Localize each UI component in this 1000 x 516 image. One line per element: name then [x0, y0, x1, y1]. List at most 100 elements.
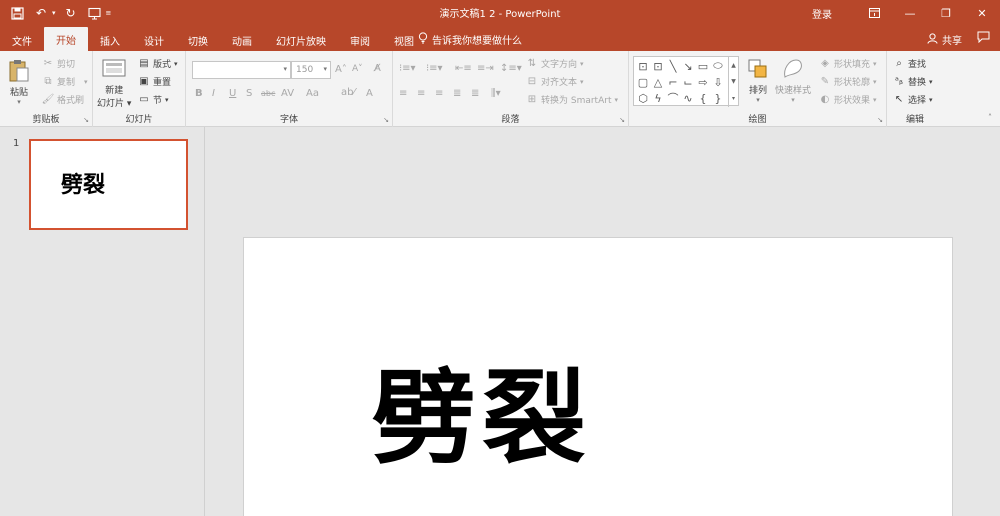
slide-thumbnail[interactable]: 劈裂: [29, 139, 188, 230]
reset-button[interactable]: ▣ 重置: [138, 75, 171, 88]
close-icon[interactable]: ✕: [964, 0, 1000, 26]
tell-me-box[interactable]: 告诉我你想要做什么: [418, 32, 522, 47]
decrease-indent-icon[interactable]: ⇤≡: [455, 63, 472, 74]
copy-button[interactable]: ⧉ 复制 ▾: [42, 75, 88, 88]
lightning-shape-icon[interactable]: ϟ: [652, 92, 664, 105]
strikethrough-icon[interactable]: abc: [261, 89, 275, 98]
shapes-gallery[interactable]: ⊡ ⊡ ╲ ↘ ▭ ⬭ ▢ △ ⌐ ⌙ ⇨ ⇩ ⬡ ϟ ⌒ ∿ { } ▲ ▼ …: [633, 56, 739, 107]
vertical-textbox-shape-icon[interactable]: ⊡: [652, 60, 664, 73]
drawing-launcher-icon[interactable]: ↘: [877, 116, 883, 124]
slide-title-text[interactable]: 劈裂: [372, 367, 592, 469]
paragraph-launcher-icon[interactable]: ↘: [619, 116, 625, 124]
align-text-button[interactable]: ⊟ 对齐文本 ▾: [526, 75, 584, 88]
tab-review[interactable]: 审阅: [338, 29, 382, 51]
shapes-gallery-scroll[interactable]: ▲ ▼ ▾: [728, 57, 738, 107]
clipboard-launcher-icon[interactable]: ↘: [83, 116, 89, 124]
paint-bucket-icon: ◈: [821, 58, 829, 69]
down-arrow-shape-icon[interactable]: ⇩: [712, 76, 724, 89]
justify-icon[interactable]: ≣: [453, 88, 461, 99]
title-bar: ↶ ▾ ↻ ≡ 演示文稿1 2 - PowerPoint 登录 — ❐ ✕: [0, 0, 1000, 26]
character-spacing-icon[interactable]: AV: [281, 88, 294, 99]
change-case-icon[interactable]: Aa: [306, 88, 319, 99]
shrink-font-icon[interactable]: A˅: [352, 64, 363, 74]
gallery-up-icon[interactable]: ▲: [731, 62, 736, 69]
shape-outline-button[interactable]: ✎ 形状轮廓 ▾: [819, 75, 877, 88]
font-size-combobox[interactable]: 150 ▾: [291, 61, 331, 79]
line-shape-icon[interactable]: ╲: [667, 60, 679, 73]
font-color-icon[interactable]: A: [366, 88, 373, 99]
comments-icon[interactable]: [977, 31, 990, 46]
elbow-arrow-shape-icon[interactable]: ⌙: [682, 76, 694, 89]
convert-to-smartart-button[interactable]: ⊞ 转换为 SmartArt ▾: [526, 93, 618, 106]
tab-slideshow[interactable]: 幻灯片放映: [264, 29, 338, 51]
paste-button[interactable]: 粘贴 ▾: [6, 57, 32, 106]
tab-design[interactable]: 设计: [132, 29, 176, 51]
current-slide[interactable]: 劈裂: [243, 237, 953, 516]
numbering-icon[interactable]: ⁝≡▾: [426, 63, 443, 74]
cut-button[interactable]: ✂ 剪切: [42, 57, 75, 70]
tab-file[interactable]: 文件: [0, 29, 44, 51]
collapse-ribbon-icon[interactable]: ˄: [988, 113, 992, 122]
gallery-down-icon[interactable]: ▼: [731, 78, 736, 85]
ribbon-display-options-icon[interactable]: [856, 0, 892, 26]
textbox-shape-icon[interactable]: ⊡: [637, 60, 649, 73]
right-arrow-shape-icon[interactable]: ⇨: [697, 76, 709, 89]
paste-dropdown-icon[interactable]: ▾: [17, 98, 21, 106]
align-left-icon[interactable]: ≡: [399, 88, 407, 99]
new-slide-button[interactable]: 新建 幻灯片 ▾: [97, 55, 131, 109]
font-size-dropdown-icon[interactable]: ▾: [323, 65, 327, 73]
highlight-icon[interactable]: ab⁄: [341, 87, 355, 98]
font-name-dropdown-icon[interactable]: ▾: [283, 65, 287, 73]
align-right-icon[interactable]: ≡: [435, 88, 443, 99]
distributed-icon[interactable]: ≣: [471, 88, 479, 99]
font-launcher-icon[interactable]: ↘: [383, 116, 389, 124]
elbow-connector-shape-icon[interactable]: ⌐: [667, 76, 679, 89]
shape-fill-button[interactable]: ◈ 形状填充 ▾: [819, 57, 876, 70]
triangle-shape-icon[interactable]: △: [652, 76, 664, 89]
rounded-rectangle-shape-icon[interactable]: ▢: [637, 76, 649, 89]
copy-dropdown-icon[interactable]: ▾: [84, 78, 88, 86]
columns-icon[interactable]: ⫼▾: [491, 88, 501, 99]
select-button[interactable]: ↖ 选择 ▾: [893, 93, 933, 106]
slides-group-label: 幻灯片: [125, 115, 153, 125]
left-brace-shape-icon[interactable]: {: [697, 92, 709, 105]
grow-font-icon[interactable]: A˄: [335, 64, 347, 75]
freeform-shape-icon[interactable]: ⬡: [637, 92, 649, 105]
underline-icon[interactable]: U: [229, 88, 236, 99]
text-shadow-icon[interactable]: S: [246, 88, 252, 99]
bold-icon[interactable]: B: [195, 88, 203, 99]
format-painter-button[interactable]: 🖌 格式刷: [42, 93, 84, 106]
arrow-line-shape-icon[interactable]: ↘: [682, 60, 694, 73]
oval-shape-icon[interactable]: ⬭: [712, 59, 724, 72]
arrange-button[interactable]: 排列 ▾: [745, 55, 771, 104]
tab-insert[interactable]: 插入: [88, 29, 132, 51]
increase-indent-icon[interactable]: ≡⇥: [477, 63, 494, 74]
find-button[interactable]: ⌕ 查找: [893, 57, 926, 70]
wave-shape-icon[interactable]: ∿: [682, 92, 694, 105]
bullets-icon[interactable]: ⁝≡▾: [399, 63, 416, 74]
tab-transitions[interactable]: 切换: [176, 29, 220, 51]
align-text-icon: ⊟: [527, 76, 537, 87]
tab-home[interactable]: 开始: [44, 27, 88, 51]
italic-icon[interactable]: I: [212, 88, 215, 99]
gallery-more-icon[interactable]: ▾: [732, 95, 735, 102]
minimize-icon[interactable]: —: [892, 0, 928, 26]
font-name-combobox[interactable]: ▾: [192, 61, 291, 79]
shape-effects-button[interactable]: ◐ 形状效果 ▾: [819, 93, 877, 106]
curve-shape-icon[interactable]: ⌒: [667, 92, 679, 105]
text-direction-button[interactable]: ⇅ 文字方向 ▾: [526, 57, 584, 70]
align-center-icon[interactable]: ≡: [417, 88, 425, 99]
sign-in-link[interactable]: 登录: [812, 6, 832, 21]
rectangle-shape-icon[interactable]: ▭: [697, 60, 709, 73]
arrange-icon: [745, 55, 771, 83]
layout-button[interactable]: ▤ 版式 ▾: [138, 57, 177, 70]
restore-icon[interactable]: ❐: [928, 0, 964, 26]
section-button[interactable]: ▭ 节 ▾: [138, 93, 168, 106]
clear-formatting-icon[interactable]: A̸: [374, 63, 381, 74]
share-button[interactable]: 共享: [927, 32, 962, 47]
replace-button[interactable]: ᵃᵦ 替换 ▾: [893, 75, 933, 88]
quick-styles-button[interactable]: 快速样式 ▾: [775, 55, 811, 104]
right-brace-shape-icon[interactable]: }: [712, 92, 724, 105]
line-spacing-icon[interactable]: ↕≡▾: [500, 63, 522, 74]
tab-animations[interactable]: 动画: [220, 29, 264, 51]
